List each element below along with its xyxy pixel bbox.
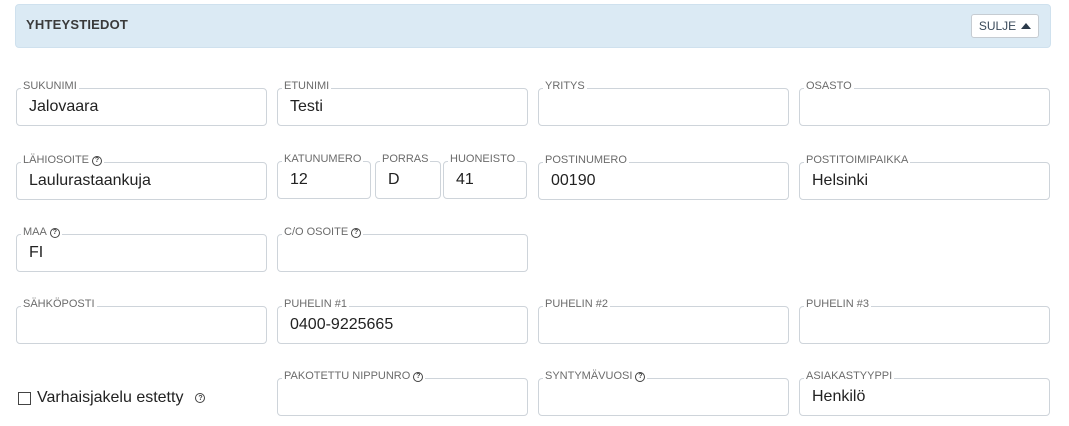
help-icon[interactable]: ?	[92, 155, 103, 166]
sukunimi-field: SUKUNIMI Jalovaara	[16, 80, 267, 126]
help-icon[interactable]: ?	[195, 393, 206, 403]
co-osoite-label: C/O OSOITE?	[282, 226, 364, 239]
close-section-label: SULJE	[978, 19, 1017, 33]
lahiosoite-value: Laulurastaankuja	[29, 172, 151, 189]
puhelin3-label: PUHELIN #3	[804, 298, 871, 311]
syntymavuosi-field: SYNTYMÄVUOSI?	[538, 370, 789, 416]
etunimi-value: Testi	[290, 98, 323, 115]
yritys-input[interactable]	[538, 88, 789, 126]
yritys-field: YRITYS	[538, 80, 789, 126]
postitoimipaikka-field: POSTITOIMIPAIKKA Helsinki	[799, 154, 1050, 200]
osasto-label: OSASTO	[804, 80, 854, 93]
varhaisjakelu-checkbox-row[interactable]: Varhaisjakelu estetty ?	[18, 389, 206, 407]
osasto-field: OSASTO	[799, 80, 1050, 126]
postinumero-value: 00190	[551, 172, 596, 189]
porras-field: PORRAS D	[375, 153, 441, 199]
lahiosoite-label: LÄHIOSOITE?	[21, 154, 105, 167]
huoneisto-field: HUONEISTO 41	[443, 153, 527, 199]
lahiosoite-field: LÄHIOSOITE? Laulurastaankuja	[16, 154, 267, 200]
co-osoite-field: C/O OSOITE?	[277, 226, 528, 272]
maa-label: MAA?	[21, 226, 62, 239]
co-osoite-input[interactable]	[277, 234, 528, 272]
syntymavuosi-input[interactable]	[538, 378, 789, 416]
section-header: YHTEYSTIEDOT SULJE	[15, 4, 1051, 48]
huoneisto-value: 41	[456, 171, 474, 188]
porras-value: D	[388, 171, 400, 188]
postinumero-label: POSTINUMERO	[543, 154, 629, 167]
postitoimipaikka-value: Helsinki	[812, 172, 869, 189]
puhelin1-field: PUHELIN #1 0400-9225665	[277, 298, 528, 344]
varhaisjakelu-checkbox[interactable]	[18, 391, 31, 405]
nippunro-field: PAKOTETTU NIPPUNRO?	[277, 370, 528, 416]
nippunro-label: PAKOTETTU NIPPUNRO?	[282, 370, 426, 383]
maa-input[interactable]	[16, 234, 267, 272]
etunimi-field: ETUNIMI Testi	[277, 80, 528, 126]
help-icon[interactable]: ?	[413, 371, 424, 382]
help-icon[interactable]: ?	[351, 227, 362, 238]
yritys-label: YRITYS	[543, 80, 587, 93]
puhelin3-field: PUHELIN #3	[799, 298, 1050, 344]
porras-label: PORRAS	[380, 153, 431, 166]
sahkoposti-input[interactable]	[16, 306, 267, 344]
etunimi-label: ETUNIMI	[282, 80, 332, 93]
katunumero-value: 12	[290, 171, 308, 188]
caret-up-icon	[1021, 23, 1032, 29]
huoneisto-label: HUONEISTO	[448, 153, 518, 166]
varhaisjakelu-label: Varhaisjakelu estetty	[37, 389, 184, 406]
help-icon[interactable]: ?	[635, 371, 646, 382]
sukunimi-value: Jalovaara	[29, 98, 99, 115]
katunumero-label: KATUNUMERO	[282, 153, 364, 166]
syntymavuosi-label: SYNTYMÄVUOSI?	[543, 370, 648, 383]
puhelin2-field: PUHELIN #2	[538, 298, 789, 344]
sahkoposti-field: SÄHKÖPOSTI	[16, 298, 267, 344]
postitoimipaikka-label: POSTITOIMIPAIKKA	[804, 154, 911, 167]
osasto-input[interactable]	[799, 88, 1050, 126]
puhelin1-value: 0400-9225665	[290, 316, 394, 333]
nippunro-input[interactable]	[277, 378, 528, 416]
maa-value: FI	[29, 244, 44, 261]
puhelin2-input[interactable]	[538, 306, 789, 344]
asiakastyyppi-field: ASIAKASTYYPPI Henkilö	[799, 370, 1050, 416]
postinumero-field: POSTINUMERO 00190	[538, 154, 789, 200]
puhelin3-input[interactable]	[799, 306, 1050, 344]
puhelin2-label: PUHELIN #2	[543, 298, 610, 311]
help-icon[interactable]: ?	[49, 227, 60, 238]
katunumero-field: KATUNUMERO 12	[277, 153, 371, 199]
sukunimi-label: SUKUNIMI	[21, 80, 79, 93]
sahkoposti-label: SÄHKÖPOSTI	[21, 298, 97, 311]
puhelin1-label: PUHELIN #1	[282, 298, 349, 311]
maa-field: MAA? FI	[16, 226, 267, 272]
asiakastyyppi-value: Henkilö	[812, 388, 866, 405]
close-section-button[interactable]: SULJE	[971, 14, 1039, 38]
asiakastyyppi-label: ASIAKASTYYPPI	[804, 370, 895, 383]
porras-input[interactable]	[375, 161, 441, 199]
section-title: YHTEYSTIEDOT	[26, 17, 129, 32]
